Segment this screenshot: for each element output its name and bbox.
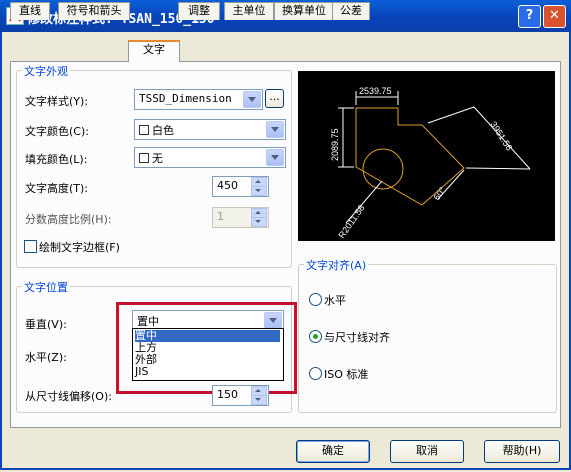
tab-tolerances[interactable]: 公差 bbox=[332, 2, 370, 20]
chevron-down-icon[interactable] bbox=[266, 121, 284, 138]
dimension-preview: 2539.75 2089.75 3951.56 R2011.58 60° bbox=[298, 71, 555, 241]
spin-down-icon bbox=[251, 217, 267, 227]
tab-lines[interactable]: 直线 bbox=[10, 2, 50, 20]
align-dimline-radio[interactable] bbox=[309, 330, 322, 343]
close-icon[interactable]: ✕ bbox=[543, 5, 566, 28]
preview-dim-text: 2089.75 bbox=[330, 128, 340, 161]
fill-color-select[interactable]: 无 bbox=[134, 147, 286, 168]
text-appearance-title: 文字外观 bbox=[22, 63, 70, 79]
offset-label: 从尺寸线偏移(O): bbox=[25, 390, 112, 403]
tab-symbols-arrows[interactable]: 符号和箭头 bbox=[58, 2, 130, 20]
draw-frame-checkbox[interactable] bbox=[24, 240, 37, 253]
highlight-box bbox=[116, 302, 297, 394]
draw-frame-label: 绘制文字边框(F) bbox=[39, 241, 120, 254]
text-color-select[interactable]: 白色 bbox=[134, 119, 286, 140]
text-style-label: 文字样式(Y): bbox=[25, 95, 89, 108]
text-height-label: 文字高度(T): bbox=[25, 182, 89, 195]
horizontal-label: 水平(Z): bbox=[25, 351, 67, 364]
fill-color-label: 填充颜色(L): bbox=[25, 153, 88, 166]
chevron-down-icon[interactable] bbox=[266, 149, 284, 166]
text-style-select[interactable]: TSSD_Dimension bbox=[134, 89, 263, 110]
preview-dim-text: R2011.58 bbox=[336, 203, 366, 240]
help-button[interactable]: 帮助(H) bbox=[484, 440, 560, 463]
spin-down-icon[interactable] bbox=[251, 395, 267, 405]
tab-fit[interactable]: 调整 bbox=[178, 2, 220, 20]
spin-down-icon[interactable] bbox=[251, 186, 267, 196]
vertical-label: 垂直(V): bbox=[25, 318, 67, 331]
align-horizontal-label: 水平 bbox=[324, 294, 346, 307]
color-swatch-icon bbox=[139, 125, 149, 135]
ok-button[interactable]: 确定 bbox=[296, 440, 370, 463]
preview-dim-text: 2539.75 bbox=[359, 86, 392, 96]
text-color-label: 文字颜色(C): bbox=[25, 125, 89, 138]
preview-drawing: 2539.75 2089.75 3951.56 R2011.58 60° bbox=[330, 86, 531, 240]
align-horizontal-radio[interactable] bbox=[309, 293, 322, 306]
cancel-button[interactable]: 取消 bbox=[390, 440, 464, 463]
align-iso-label: ISO 标准 bbox=[324, 368, 369, 381]
chevron-down-icon[interactable] bbox=[243, 91, 261, 108]
fraction-height-label: 分数高度比例(H): bbox=[25, 213, 112, 226]
align-dimline-label: 与尺寸线对齐 bbox=[324, 331, 390, 344]
offset-spinner[interactable]: 150 bbox=[212, 385, 269, 406]
text-height-spinner[interactable]: 450 bbox=[212, 176, 269, 197]
help-icon[interactable]: ? bbox=[518, 5, 541, 28]
preview-dim-text: 60° bbox=[431, 185, 447, 202]
text-align-title: 文字对齐(A) bbox=[304, 257, 369, 273]
align-iso-radio[interactable] bbox=[309, 367, 322, 380]
tab-text[interactable]: 文字 bbox=[128, 40, 180, 62]
preview-dim-text: 3951.56 bbox=[488, 120, 514, 153]
tab-primary-units[interactable]: 主单位 bbox=[224, 2, 274, 20]
text-position-title: 文字位置 bbox=[22, 279, 70, 295]
fraction-height-spinner: 1 bbox=[212, 207, 269, 228]
tab-alternate-units[interactable]: 换算单位 bbox=[274, 2, 334, 20]
color-swatch-icon bbox=[139, 153, 149, 163]
text-style-browse-button[interactable]: ... bbox=[265, 89, 284, 108]
